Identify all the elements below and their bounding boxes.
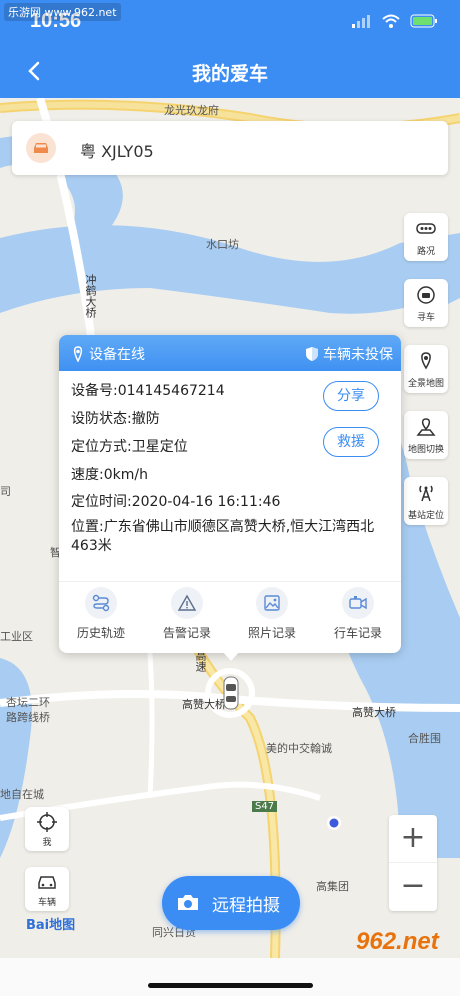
share-button[interactable]: 分享 [323, 381, 379, 411]
map-label: 美的中交翰诚 [266, 742, 332, 755]
shield-icon [306, 347, 318, 361]
defense-status: 设防状态:撤防 [71, 411, 160, 427]
plate-number: 粤 XJLY05 [80, 142, 154, 161]
device-online-status: 设备在线 [71, 344, 145, 364]
tool-panorama[interactable]: 全景地图 [404, 345, 448, 393]
map-label: 杏坛二环 [6, 696, 50, 709]
base-station-icon [419, 485, 433, 502]
alert-icon [171, 587, 203, 619]
remote-capture-button[interactable]: 远程拍摄 [162, 876, 300, 930]
battery-icon [410, 14, 437, 28]
zoom-control: + − [389, 815, 437, 911]
map-label: 司 [0, 485, 11, 498]
home-indicator[interactable] [148, 983, 313, 988]
watermark-top: 乐游网 www.962.net [4, 3, 121, 21]
alert-record-button[interactable]: 告警记录 [147, 587, 227, 647]
bottom-safe-area [0, 958, 460, 996]
action-label: 告警记录 [162, 626, 211, 640]
tool-base-station[interactable]: 基站定位 [404, 477, 448, 525]
map-label: 路跨线桥 [6, 711, 50, 724]
map-label: 高速 [194, 650, 207, 672]
watermark-logo: 962.net [356, 928, 439, 955]
find-car-icon [417, 286, 435, 304]
tool-label: 路况 [416, 247, 435, 257]
tool-label: 地图切换 [407, 445, 444, 455]
location-address: 位置:广东省佛山市顺德区高赞大桥,恒大江湾西北463米 [71, 519, 375, 554]
locate-car-button[interactable]: 车辆 [25, 867, 69, 911]
traffic-icon [416, 223, 436, 234]
nav-bar: 我的爱车 [0, 44, 460, 98]
map-label: 水口坊 [206, 238, 239, 251]
me-label: 我 [42, 838, 52, 848]
driving-record-button[interactable]: 行车记录 [318, 587, 398, 647]
vehicle-info-card: 设备在线 车辆未投保 设备号:014145467214 设防状态:撤防 定位方式… [59, 335, 401, 653]
card-divider [59, 581, 401, 582]
photo-icon [256, 587, 288, 619]
capture-label: 远程拍摄 [212, 896, 280, 916]
car-label: 车辆 [37, 898, 56, 908]
map-label: 地自在城 [0, 788, 44, 801]
zoom-in-button[interactable]: + [389, 815, 437, 863]
tool-label: 基站定位 [407, 511, 444, 521]
tool-find-car[interactable]: 寻车 [404, 279, 448, 327]
vehicle-plate-card[interactable]: 粤 XJLY05 [12, 121, 448, 175]
photo-record-button[interactable]: 照片记录 [232, 587, 312, 647]
map-label: S47 [252, 801, 278, 812]
map-label: 高赞大桥 [182, 698, 226, 711]
speed: 速度:0km/h [71, 467, 148, 483]
insurance-status: 车辆未投保 [305, 344, 393, 364]
status-icons [352, 14, 438, 28]
panorama-icon [421, 352, 431, 370]
camera-icon [178, 895, 198, 910]
zoom-out-button[interactable]: − [389, 863, 437, 910]
locate-mode: 定位方式:卫星定位 [71, 439, 188, 455]
tool-traffic[interactable]: 路况 [404, 213, 448, 261]
action-label: 历史轨迹 [76, 626, 125, 640]
tool-label: 寻车 [416, 313, 435, 323]
location-pin-icon [73, 346, 83, 362]
car-marker-icon[interactable] [222, 676, 240, 710]
map-label: 龙光玖龙府 [164, 104, 219, 117]
track-icon [85, 587, 117, 619]
video-icon [342, 587, 374, 619]
map-switch-icon [416, 418, 436, 436]
crosshair-icon [37, 812, 57, 832]
map-label: 合胜围 [408, 732, 441, 745]
device-number: 设备号:014145467214 [71, 383, 225, 399]
my-location-dot-icon [327, 816, 341, 830]
locate-time: 定位时间:2020-04-16 16:11:46 [71, 494, 281, 510]
history-track-button[interactable]: 历史轨迹 [61, 587, 141, 647]
map-label: 冲鹤大桥 [84, 274, 97, 318]
action-label: 行车记录 [333, 626, 382, 640]
card-pointer [222, 651, 240, 661]
map-label: 高集团 [316, 880, 349, 893]
tool-map-switch[interactable]: 地图切换 [404, 411, 448, 459]
map-label: 工业区 [0, 630, 33, 643]
status-bar: 10:56 乐游网 www.962.net [0, 0, 460, 44]
tool-label: 全景地图 [407, 379, 444, 389]
action-label: 照片记录 [247, 626, 296, 640]
wifi-icon [382, 14, 400, 28]
rescue-button[interactable]: 救援 [323, 427, 379, 457]
locate-me-button[interactable]: 我 [25, 807, 69, 851]
car-icon [38, 876, 56, 889]
page-title: 我的爱车 [191, 63, 268, 85]
card-header: 设备在线 车辆未投保 [59, 335, 401, 371]
signal-icon [352, 15, 370, 28]
baidu-logo: Bai地图 [26, 918, 76, 933]
map-label: 高赞大桥 [352, 706, 396, 719]
car-icon [26, 133, 56, 163]
